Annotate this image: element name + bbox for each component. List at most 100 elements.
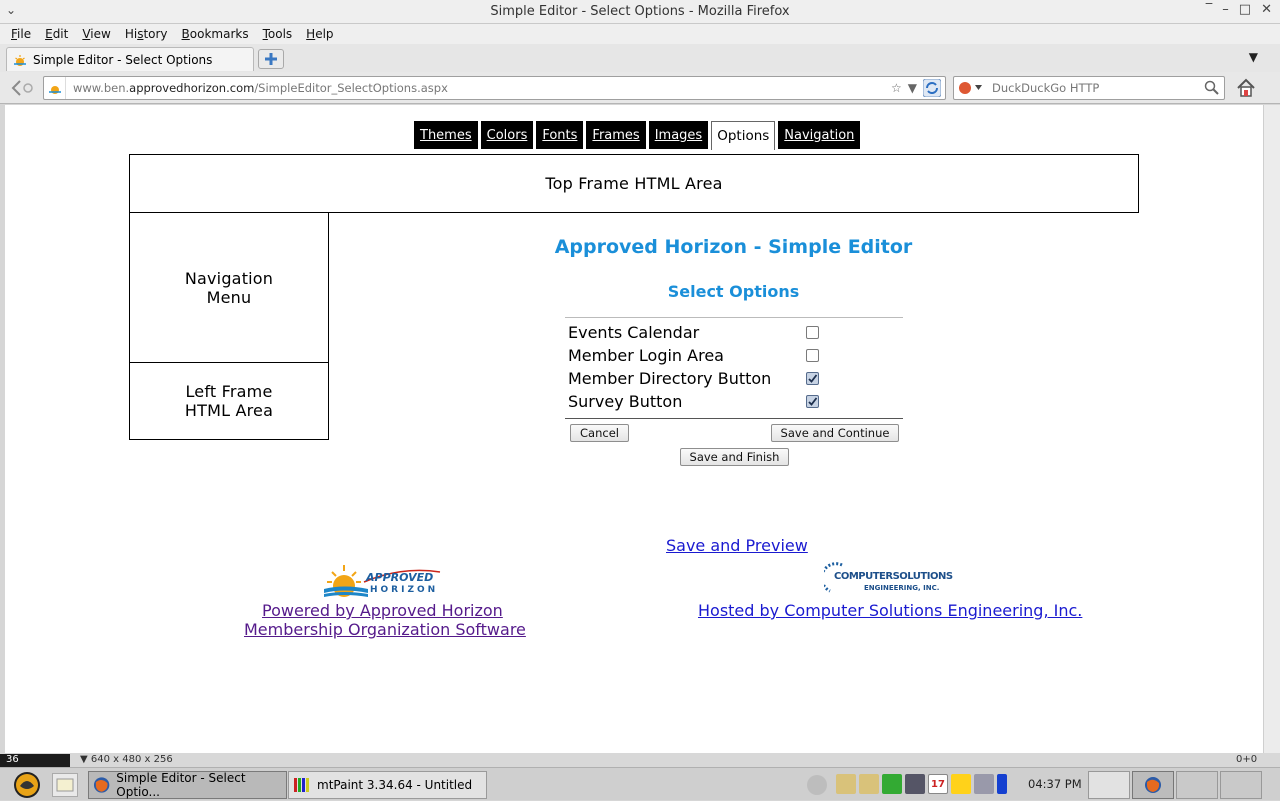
firefox-icon xyxy=(93,777,110,793)
pager-desktop-3[interactable] xyxy=(1176,771,1218,799)
menu-item-5[interactable]: Tools xyxy=(263,27,293,41)
window-title: Simple Editor - Select Options - Mozilla… xyxy=(490,4,790,19)
menu-item-4[interactable]: Bookmarks xyxy=(182,27,249,41)
navigation-bar: www.ben.approvedhorizon.com/SimpleEditor… xyxy=(0,72,1280,104)
option-label: Survey Button xyxy=(568,392,683,411)
divider xyxy=(565,418,903,419)
maximize-icon[interactable]: □ xyxy=(1239,2,1251,17)
menu-item-2[interactable]: View xyxy=(82,27,110,41)
show-desktop-button[interactable] xyxy=(52,773,78,797)
editor-tab-themes[interactable]: Themes xyxy=(414,121,478,149)
network-icon[interactable] xyxy=(974,774,994,794)
tab-list-button[interactable]: ▼ xyxy=(1249,50,1258,64)
minimize-icon[interactable]: – xyxy=(1222,2,1229,17)
network-tool-icon[interactable] xyxy=(905,774,925,794)
approved-horizon-logo[interactable]: APPROVED HORIZON xyxy=(324,562,442,600)
save-and-preview-link[interactable]: Save and Preview xyxy=(666,536,808,555)
shade-icon[interactable]: ‾ xyxy=(1206,2,1213,17)
pager-desktop-2[interactable] xyxy=(1132,771,1174,799)
firefox-icon xyxy=(1145,777,1161,793)
cancel-button[interactable]: Cancel xyxy=(570,424,629,442)
pager-desktop-4[interactable] xyxy=(1220,771,1262,799)
notes-icon[interactable] xyxy=(859,774,879,794)
search-input[interactable]: DuckDuckGo HTTP xyxy=(992,81,1099,95)
menu-item-1[interactable]: Edit xyxy=(45,27,68,41)
pager-desktop-1[interactable] xyxy=(1088,771,1130,799)
option-checkbox[interactable] xyxy=(806,349,819,362)
editor-tab-frames[interactable]: Frames xyxy=(586,121,646,149)
image-info: ▼ 640 x 480 x 256 xyxy=(80,754,173,765)
task-firefox[interactable]: Simple Editor - Select Optio... xyxy=(88,771,287,799)
power-icon[interactable] xyxy=(951,774,971,794)
back-arrow-icon xyxy=(11,80,33,96)
clipboard-icon[interactable] xyxy=(836,774,856,794)
option-label: Events Calendar xyxy=(568,323,700,342)
checkmark-icon xyxy=(808,374,818,383)
cpu-monitor-icon[interactable] xyxy=(882,774,902,794)
plus-icon xyxy=(265,53,277,65)
powered-by-link[interactable]: Powered by Approved Horizon xyxy=(262,601,503,620)
site-identity-icon[interactable] xyxy=(44,77,66,99)
distro-logo-icon xyxy=(16,774,38,796)
page-viewport: Themes Colors Fonts Frames Images Options Navi… xyxy=(5,105,1263,753)
battery-icon[interactable] xyxy=(997,774,1007,794)
editor-tab-fonts[interactable]: Fonts xyxy=(536,121,584,149)
sun-favicon-icon xyxy=(14,54,26,66)
option-checkbox[interactable] xyxy=(806,395,819,408)
start-menu-button[interactable] xyxy=(14,772,40,798)
tab-label: Simple Editor - Select Options xyxy=(33,52,213,67)
hosted-by-link[interactable]: Hosted by Computer Solutions Engineering… xyxy=(698,601,1082,620)
status-bar: 36 ▼ 640 x 480 x 256 0+0 xyxy=(0,753,1280,767)
editor-tab-navigation[interactable]: Navigation xyxy=(778,121,861,149)
close-icon[interactable]: ✕ xyxy=(1261,2,1272,17)
option-label: Member Login Area xyxy=(568,346,724,365)
checkmark-icon xyxy=(808,397,818,406)
navigation-menu-area: Navigation Menu xyxy=(129,212,329,363)
bookmark-star-icon[interactable]: ☆ xyxy=(891,81,902,95)
calendar-icon[interactable]: 17 xyxy=(928,774,948,794)
search-icon[interactable] xyxy=(1204,80,1220,96)
vertical-scrollbar[interactable] xyxy=(1263,105,1280,753)
editor-tab-images[interactable]: Images xyxy=(648,121,709,149)
computer-solutions-logo[interactable]: COMPUTERSOLUTIONS ENGINEERING, INC. xyxy=(820,561,953,599)
menu-item-6[interactable]: Help xyxy=(306,27,333,41)
history-dropdown-icon[interactable]: ▼ xyxy=(908,81,917,95)
browser-tab[interactable]: Simple Editor - Select Options xyxy=(6,47,254,71)
reload-icon[interactable] xyxy=(923,79,941,97)
search-engine-icon[interactable] xyxy=(954,81,988,95)
save-and-finish-button[interactable]: Save and Finish xyxy=(680,448,789,466)
editor-tab-bar: Themes Colors Fonts Frames Images Options Navi… xyxy=(414,121,861,150)
top-frame-area: Top Frame HTML Area xyxy=(129,154,1139,213)
tab-strip: Simple Editor - Select Options ▼ xyxy=(0,44,1280,72)
editor-tab-options[interactable]: Options xyxy=(711,121,776,150)
new-tab-button[interactable] xyxy=(258,49,284,69)
divider xyxy=(565,317,903,318)
menu-item-0[interactable]: File xyxy=(11,27,31,41)
clock: 04:37 PM xyxy=(1028,777,1082,791)
menu-item-3[interactable]: History xyxy=(125,27,168,41)
option-row: Member Directory Button xyxy=(568,367,908,390)
page-heading: Approved Horizon - Simple Editor xyxy=(554,236,913,258)
membership-software-link[interactable]: Membership Organization Software xyxy=(244,620,526,639)
option-label: Member Directory Button xyxy=(568,369,772,388)
option-checkbox[interactable] xyxy=(806,372,819,385)
left-frame-area: Left Frame HTML Area xyxy=(129,362,329,440)
window-titlebar: ⌄ Simple Editor - Select Options - Mozil… xyxy=(0,0,1280,24)
task-mtpaint[interactable]: mtPaint 3.34.64 - Untitled xyxy=(288,771,487,799)
option-row: Events Calendar xyxy=(568,321,908,344)
back-button[interactable] xyxy=(8,77,38,99)
url-text: www.ben.approvedhorizon.com/SimpleEditor… xyxy=(73,81,448,95)
cursor-coords: 0+0 xyxy=(1236,754,1258,765)
save-and-continue-button[interactable]: Save and Continue xyxy=(771,424,899,442)
window-controls: ‾ – □ ✕ xyxy=(1206,2,1272,17)
page-subheading: Select Options xyxy=(667,282,800,301)
taskbar: Simple Editor - Select Optio... mtPaint … xyxy=(0,767,1280,800)
search-bar[interactable]: DuckDuckGo HTTP xyxy=(953,76,1225,100)
home-button[interactable] xyxy=(1233,76,1259,100)
option-checkbox[interactable] xyxy=(806,326,819,339)
option-row: Survey Button xyxy=(568,390,908,413)
volume-icon[interactable] xyxy=(807,775,827,795)
editor-tab-colors[interactable]: Colors xyxy=(480,121,534,149)
desktop-icon xyxy=(56,778,74,792)
url-bar[interactable]: www.ben.approvedhorizon.com/SimpleEditor… xyxy=(43,76,946,100)
